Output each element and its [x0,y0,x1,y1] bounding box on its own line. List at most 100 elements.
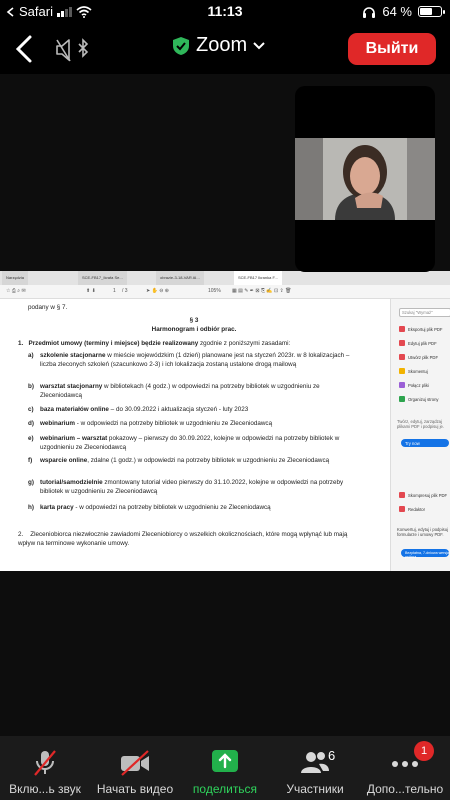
schedule-item: a) szkolenie stacjonarne w mieście wojew… [28,351,356,369]
window-tab: Narzędzia [2,271,29,285]
camera-feed [295,138,435,220]
item-bold: baza materiałów online [40,406,109,413]
schedule-item: h) karta pracy - w odpowiedzi na potrzeb… [28,503,356,512]
participants-count: 6 [328,748,336,763]
item-letter: c) [28,406,34,413]
tool-label: Eksportuj plik PDF [408,326,443,332]
tool-organize: Organizuj strony [399,396,439,402]
item-letter: f) [28,457,33,464]
document-page: podany w § 7. § 3 Harmonogram i odbiór p… [0,299,388,571]
schedule-item: f) wsparcie online, zdalne (1 godz.) w o… [28,456,356,465]
tool-label: Organizuj strony [408,396,439,402]
redact-icon [399,506,405,512]
item-text: - w odpowiedzi na potrzeby bibliotek w u… [75,420,273,427]
edit-pdf-icon [399,340,405,346]
create-pdf-icon [399,354,405,360]
status-bar: Safari 11:13 64 % [0,0,450,24]
participants-label: Участники [286,782,344,796]
more-button[interactable]: 1 Допо...тельно [360,741,450,796]
tool-compress: Skompresuj plik PDF [399,492,447,498]
point-text: zgodnie z poniższymi zasadami: [198,340,291,347]
status-right: 64 % [362,4,445,19]
tool-label: Redaktor [408,506,425,512]
point-number: 1. [18,340,24,347]
item-letter: g) [28,479,34,486]
window-tab: obrazie-3-18-VAR AI... [156,271,204,285]
participants-button[interactable]: 6 Участники [270,744,360,796]
schedule-item: d) webinarium - w odpowiedzi na potrzeby… [28,419,356,428]
tool-label: Edytuj plik PDF [408,340,437,346]
item-bold: karta pracy [40,504,74,511]
point-bold: Przedmiot umowy (terminy i miejsce) będz… [28,340,199,347]
window-tab: SCE-FB17_Ikrafa Se... [78,271,127,285]
tool-comment: Skomentuj [399,368,428,374]
meeting-toolbar: Вклю...ь звук Начать видео поделиться 6 … [0,736,450,800]
acrobat-tools-pane: Szukaj "Wymaż" Eksportuj plik PDF Edytuj… [390,299,450,571]
item-text: , zdalne (1 godz.) w odpowiedzi na potrz… [87,457,330,464]
tool-create-pdf: Utwórz plik PDF [399,354,438,360]
tool-edit-pdf: Edytuj plik PDF [399,340,437,346]
page-up-icon: ⬆ ⬇ [86,288,96,294]
shield-check-icon [173,36,189,55]
schedule-item: b) warsztat stacjonarny w bibliotekach (… [28,382,356,400]
meeting-title-label: Zoom [196,34,248,56]
more-label: Допо...тельно [366,782,444,796]
item-letter: h) [28,504,34,511]
point-2: 2. Zleceniobiorca niezwłocznie zawiadomi… [18,530,358,548]
zoom-meeting-screen: Safari 11:13 64 % Zoom Выйти Narzędzia S… [0,0,450,800]
cursor-tools-icon: ➤ ✋ ⊖ ⊕ [146,288,169,294]
tool-label: Utwórz plik PDF [408,354,439,360]
tool-combine: Połącz pliki [399,382,429,388]
back-chevron-icon[interactable] [12,34,36,64]
tool-label: Połącz pliki [408,382,429,388]
schedule-item: e) webinarium – warsztat pokazowy – pier… [28,434,356,452]
meeting-title[interactable]: Zoom [172,34,265,57]
free-trial-button: Bezpłatna, 7-dniowa wersja próbna [401,549,449,559]
page-number: 1 [113,288,116,294]
toolbar-icon: ☆ ⎙ ⌕ ✉ [6,288,26,294]
video-camera-off-icon [121,750,149,776]
speaker-bluetooth-icon[interactable] [55,37,95,63]
item-bold: webinarium [40,420,75,427]
export-pdf-icon [399,326,405,332]
unmute-button[interactable]: Вклю...ь звук [0,744,90,796]
tool-label: Skompresuj plik PDF [408,492,448,498]
start-video-button[interactable]: Начать видео [90,744,180,796]
headphones-icon [363,6,376,18]
tools-search-input: Szukaj "Wymaż" [399,308,450,317]
try-now-button: Try now [401,439,449,447]
item-text: - w odpowiedzi na potrzeby bibliotek w u… [73,504,271,511]
section-title: Harmonogram i odbiór prac. [151,326,237,333]
compress-pdf-icon [399,492,405,498]
item-bold: szkolenie stacjonarne [40,352,106,359]
item-bold: webinarium – warsztat [40,435,108,442]
document-text: podany w § 7. [28,304,68,311]
view-tools-icon: ▦ ▤ ✎ ✒ ⊠ ⎘ ✍ ⊡ ⇪ 🗑 [232,288,292,294]
item-text: – do 30.09.2022 i aktualizacja styczeń -… [108,406,249,413]
meeting-header: Zoom Выйти [0,24,450,74]
promo-text: Twórz, edytuj, zarządzaj plikami PDF i p… [397,419,445,429]
item-letter: e) [28,435,34,442]
share-button[interactable]: поделиться [180,744,270,796]
leave-button[interactable]: Выйти [348,33,436,65]
item-bold: warsztat stacjonarny [40,383,103,390]
battery-percent: 64 % [382,4,412,19]
share-screen-icon [212,750,238,772]
schedule-item: c) baza materiałów online – do 30.09.202… [28,405,356,414]
tool-redact: Redaktor [399,506,425,512]
page-total: / 3 [122,288,128,294]
item-letter: d) [28,420,34,427]
item-letter: a) [28,352,34,359]
item-bold: tutorial/samodzielnie [40,479,103,486]
point-number: 2. [18,531,24,538]
section-number: § 3 [189,317,199,324]
point-1: 1. Przedmiot umowy (terminy i miejsce) b… [18,339,358,348]
participant-video[interactable] [295,86,435,272]
microphone-muted-icon [34,750,56,776]
share-label: поделиться [192,782,258,796]
window-tab-bar: Narzędzia SCE-FB17_Ikrafa Se... obrazie-… [0,271,450,285]
pdf-toolbar: ☆ ⎙ ⌕ ✉ ⬆ ⬇ 1 / 3 ➤ ✋ ⊖ ⊕ 105% ▦ ▤ ✎ ✒ ⊠… [0,285,450,299]
item-bold: wsparcie online [40,457,88,464]
point-text: Zleceniobiorca niezwłocznie zawiadomi Zl… [18,531,348,547]
combine-files-icon [399,382,405,388]
